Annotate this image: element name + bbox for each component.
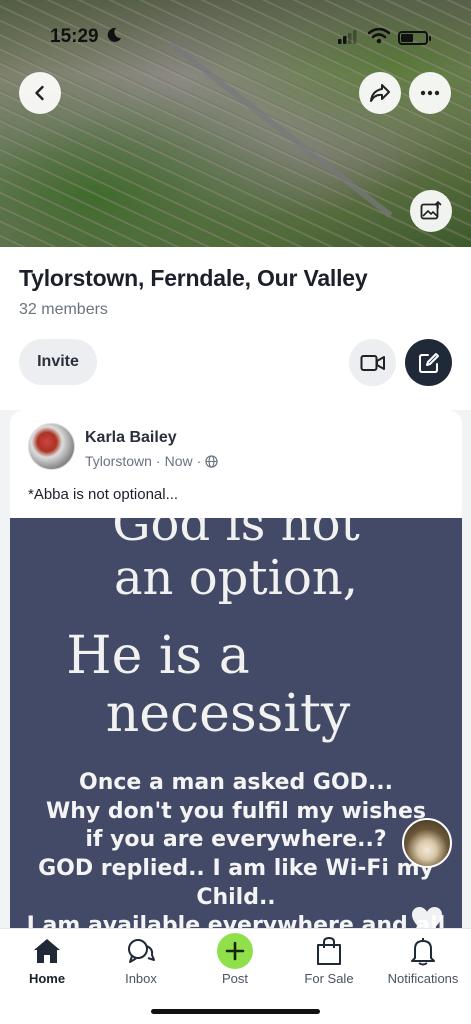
post-location[interactable]: Tylorstown [85, 453, 152, 469]
wifi-icon [368, 28, 390, 44]
ellipsis-icon [420, 90, 440, 96]
reactor-avatar[interactable] [402, 818, 452, 868]
plus-icon [217, 933, 253, 969]
post-time: Now [164, 453, 193, 469]
member-count[interactable]: 32 members [19, 301, 108, 319]
tab-for-sale[interactable]: For Sale [282, 929, 376, 995]
inbox-icon [128, 939, 155, 963]
quote-line: necessity [105, 684, 351, 744]
video-camera-icon [360, 354, 385, 371]
moon-icon [107, 27, 121, 42]
quote-line: God is not [112, 518, 360, 552]
cover-photo: 15:29 [0, 0, 471, 247]
status-time: 15:29 [50, 26, 99, 47]
quote-body-line: Why don't you fulfil my wishes [46, 799, 426, 824]
signal-icon [338, 30, 357, 44]
post-caption: *Abba is not optional... [28, 486, 179, 503]
home-icon [34, 939, 60, 963]
tab-label: Home [28, 971, 66, 986]
tab-label: Inbox [125, 971, 157, 986]
post-author[interactable]: Karla Bailey [85, 429, 177, 447]
edit-cover-photo-button[interactable] [410, 190, 452, 232]
tab-post[interactable]: Post [188, 929, 282, 995]
status-bar: 15:29 [0, 0, 471, 58]
invite-button[interactable]: Invite [19, 339, 97, 385]
chevron-left-icon [35, 85, 44, 101]
group-header: Tylorstown, Ferndale, Our Valley 32 memb… [0, 247, 471, 410]
more-options-button[interactable] [409, 72, 451, 114]
group-title: Tylorstown, Ferndale, Our Valley [19, 265, 368, 291]
tab-home[interactable]: Home [0, 929, 94, 995]
home-indicator [151, 1009, 320, 1014]
bell-icon [411, 938, 435, 966]
globe-icon [205, 454, 218, 468]
back-button[interactable] [19, 72, 61, 114]
quote-body-line: Once a man asked GOD... [79, 770, 393, 795]
post-image[interactable]: God is not an option, He is a necessity … [10, 518, 462, 930]
post-meta: Tylorstown · Now · [85, 453, 218, 469]
tab-notifications[interactable]: Notifications [376, 929, 470, 995]
compose-post-button[interactable] [405, 339, 452, 386]
quote-body-line: if you are everywhere..? [85, 827, 387, 852]
author-avatar[interactable] [28, 423, 75, 470]
tab-label: Post [221, 971, 248, 986]
share-button[interactable] [359, 72, 401, 114]
quote-body-line: GOD replied.. I am like Wi-Fi my [38, 856, 434, 881]
quote-line: He is a [66, 626, 250, 686]
post-card[interactable]: Karla Bailey Tylorstown · Now · *Abba is… [10, 410, 462, 930]
battery-icon [398, 31, 431, 45]
image-upload-icon [420, 201, 442, 220]
tab-label: For Sale [304, 971, 354, 986]
tab-label: Notifications [387, 971, 459, 986]
bag-icon [317, 936, 341, 965]
compose-icon [418, 352, 439, 373]
tab-inbox[interactable]: Inbox [94, 929, 188, 995]
meta-separator: · [155, 453, 161, 469]
quote-line: an option, [113, 550, 359, 606]
heart-icon[interactable] [410, 904, 444, 930]
video-button[interactable] [349, 339, 396, 386]
share-arrow-icon [370, 84, 390, 102]
quote-body-line: Child.. [196, 885, 276, 910]
meta-separator: · [196, 453, 202, 469]
